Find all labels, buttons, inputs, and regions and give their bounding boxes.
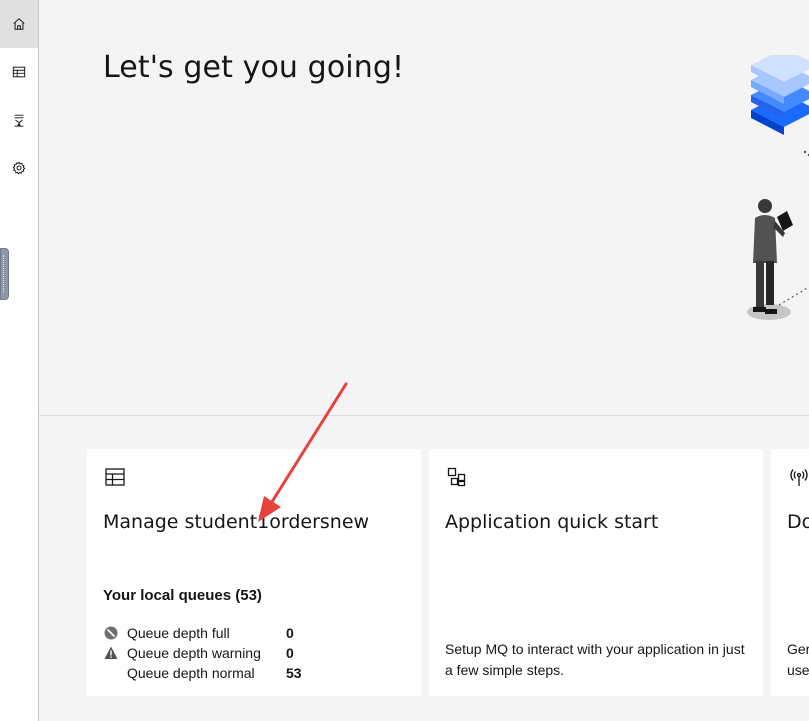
gear-icon [12,161,26,175]
stat-label: Queue depth full [127,625,230,641]
local-queues-heading: Your local queues (53) [103,587,262,604]
quick-action-cards: Manage student1ordersnew Your local queu… [39,417,809,721]
stat-value: 0 [286,625,294,641]
nav-local-queues[interactable] [0,48,38,96]
apps-icon [447,467,466,487]
stacked-layers-graphic [751,55,809,157]
welcome-hero: Let's get you going! [39,0,809,416]
table-icon [12,66,26,78]
application-quick-start-card[interactable]: Application quick start Setup MQ to inte… [429,449,763,696]
blocked-icon [103,625,119,641]
side-nav-rail [0,0,39,721]
person-figure [747,199,809,320]
home-icon [13,18,25,30]
topology-icon [14,114,24,127]
manage-queue-manager-card[interactable]: Manage student1ordersnew Your local queu… [87,449,421,696]
warning-icon [103,645,119,661]
card-description-line: use [787,662,809,678]
card-description: Ger use [787,639,809,681]
stat-label: Queue depth warning [127,645,261,661]
nav-home[interactable] [0,0,38,48]
welcome-illustration [747,55,809,320]
nav-settings[interactable] [0,144,38,192]
card-title: Application quick start [445,511,659,533]
download-card[interactable]: Do Ger use [771,449,809,696]
page-title: Let's get you going! [103,50,405,85]
card-title: Manage student1ordersnew [103,511,370,533]
stat-label: Queue depth normal [127,665,255,681]
card-description-line: Ger [787,641,809,657]
app-root: Let's get you going! Manage student1orde… [0,0,809,721]
stat-queue-depth-warning: Queue depth warning 0 [103,644,294,662]
antenna-icon [790,469,808,486]
stat-queue-depth-normal: Queue depth normal 53 [103,664,302,682]
nav-topology[interactable] [0,96,38,144]
card-title: Do [787,511,809,533]
panel-resize-handle[interactable] [0,248,9,300]
table-icon [105,468,125,486]
card-description: Setup MQ to interact with your applicati… [445,641,745,678]
stat-value: 0 [286,645,294,661]
stat-queue-depth-full: Queue depth full 0 [103,624,294,642]
stat-value: 53 [286,665,302,681]
